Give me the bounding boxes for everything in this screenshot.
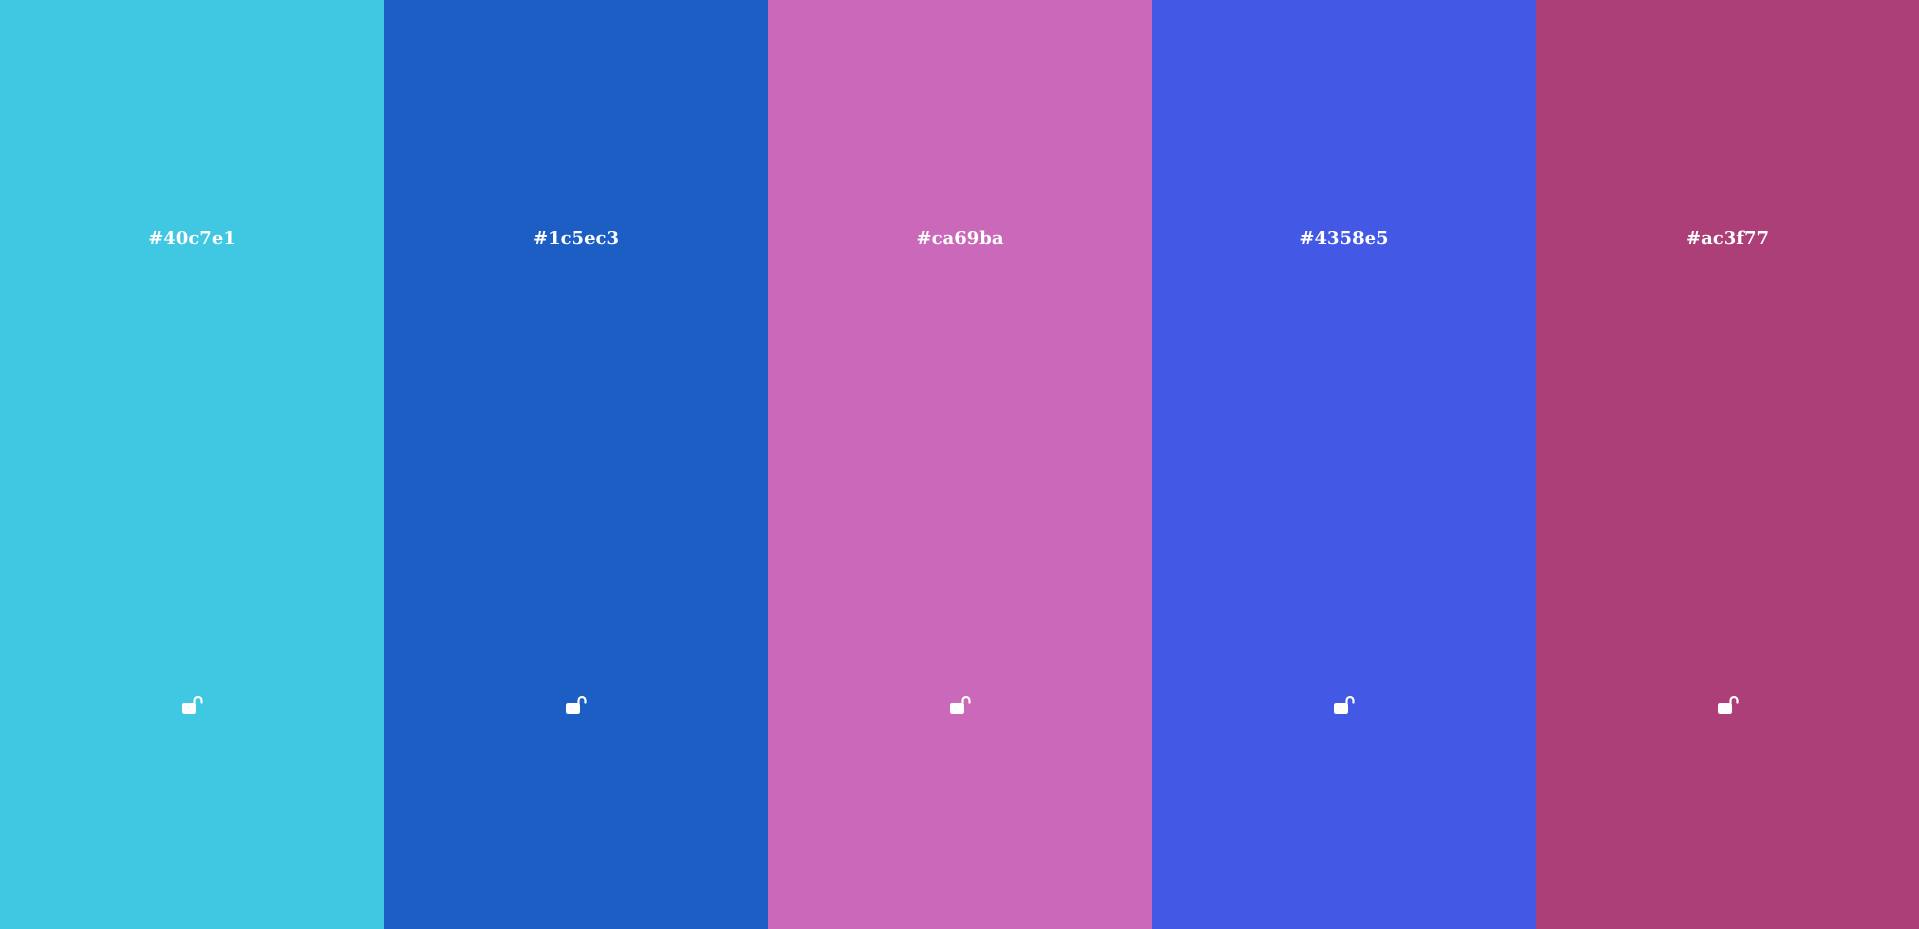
color-swatch-3[interactable]: #ca69ba: [768, 0, 1152, 929]
hex-code-label[interactable]: #1c5ec3: [384, 225, 768, 253]
lock-toggle-button[interactable]: [1330, 692, 1358, 720]
unlock-icon: [180, 694, 204, 718]
lock-toggle-button[interactable]: [178, 692, 206, 720]
color-swatch-2[interactable]: #1c5ec3: [384, 0, 768, 929]
lock-toggle-button[interactable]: [946, 692, 974, 720]
lock-toggle-button[interactable]: [562, 692, 590, 720]
color-swatch-1[interactable]: #40c7e1: [0, 0, 384, 929]
unlock-icon: [1332, 694, 1356, 718]
hex-code-label[interactable]: #ac3f77: [1536, 225, 1919, 253]
hex-code-label[interactable]: #4358e5: [1152, 225, 1536, 253]
color-palette: #40c7e1 #1c5ec3 #ca69ba #4358e5 #ac3f77: [0, 0, 1919, 929]
hex-code-label[interactable]: #40c7e1: [0, 225, 384, 253]
color-swatch-5[interactable]: #ac3f77: [1536, 0, 1919, 929]
unlock-icon: [564, 694, 588, 718]
hex-code-label[interactable]: #ca69ba: [768, 225, 1152, 253]
lock-toggle-button[interactable]: [1714, 692, 1742, 720]
unlock-icon: [948, 694, 972, 718]
color-swatch-4[interactable]: #4358e5: [1152, 0, 1536, 929]
unlock-icon: [1716, 694, 1740, 718]
